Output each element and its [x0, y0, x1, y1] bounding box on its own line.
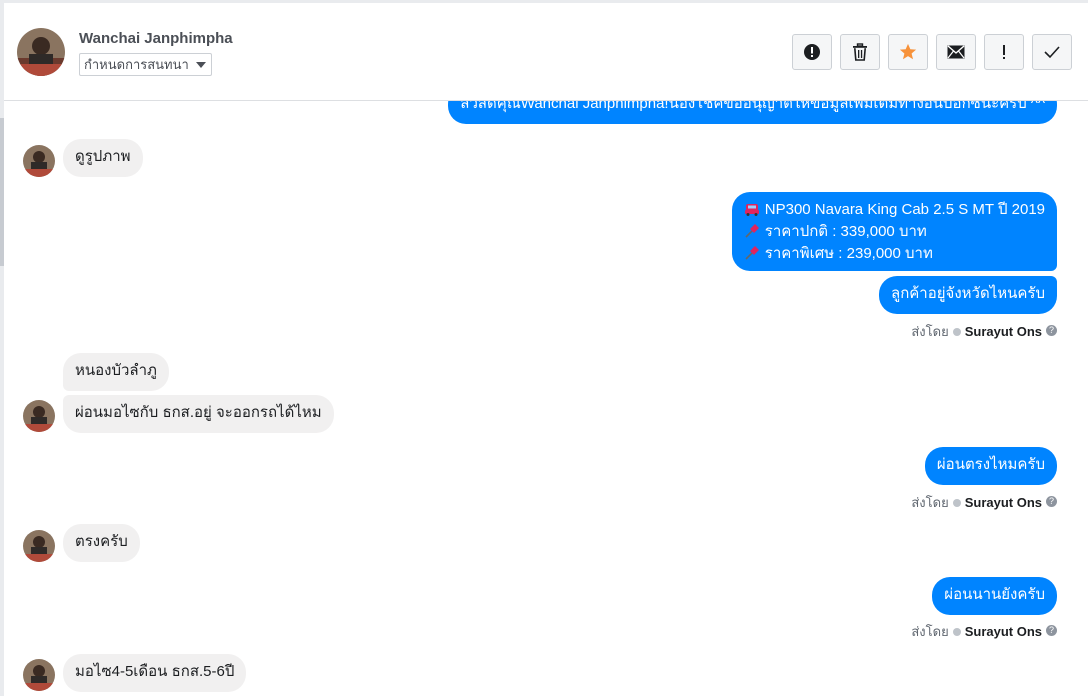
sent-by-indicator: ส่งโดย Surayut Ons? — [911, 621, 1057, 642]
message-text: ตรงครับ — [75, 533, 128, 550]
message-text: ลูกค้าอยู่จังหวัดไหนครับ — [891, 285, 1045, 302]
message-thread[interactable]: สวัสดีคุณWanchai Janphimpha!น้องโชคขออนุ… — [4, 100, 1088, 696]
car-icon — [744, 204, 759, 216]
message-incoming[interactable]: หนองบัวลำภู — [63, 353, 169, 391]
conversation-header: Wanchai Janphimpha กำหนดการสนทนา — [4, 3, 1088, 101]
message-text: หนองบัวลำภู — [75, 362, 157, 379]
sent-by-agent[interactable]: Surayut Ons — [965, 624, 1042, 639]
sender-avatar[interactable] — [23, 145, 55, 177]
sent-by-agent[interactable]: Surayut Ons — [965, 324, 1042, 339]
message-outgoing[interactable]: ลูกค้าอยู่จังหวัดไหนครับ — [879, 276, 1057, 314]
spam-button[interactable] — [792, 34, 832, 70]
sender-avatar[interactable] — [23, 530, 55, 562]
message-text: สวัสดีคุณWanchai Janphimpha!น้องโชคขออนุ… — [460, 100, 1045, 112]
envelope-icon — [947, 45, 965, 59]
question-icon[interactable]: ? — [1046, 325, 1057, 337]
message-incoming[interactable]: ผ่อนมอไซกับ ธกส.อยู่ จะออกรถได้ไหม — [63, 395, 334, 433]
sent-by-label: ส่งโดย — [911, 624, 949, 639]
message-outgoing[interactable]: สวัสดีคุณWanchai Janphimpha!น้องโชคขออนุ… — [448, 100, 1057, 124]
trash-icon — [853, 43, 867, 61]
message-outgoing[interactable]: ผ่อนนานยังครับ — [932, 577, 1057, 615]
offer-model: NP300 Navara King Cab 2.5 S MT ปี 2019 — [764, 201, 1045, 218]
sender-avatar[interactable] — [23, 400, 55, 432]
delete-button[interactable] — [840, 34, 880, 70]
message-outgoing-offer[interactable]: NP300 Navara King Cab 2.5 S MT ปี 2019 ร… — [731, 192, 1057, 271]
contact-name[interactable]: Wanchai Janphimpha — [79, 30, 233, 47]
conversation-label-dropdown[interactable]: กำหนดการสนทนา — [79, 53, 212, 76]
check-icon — [952, 498, 961, 507]
offer-line: ราคาปกติ : 339,000 บาท — [744, 221, 1045, 243]
sent-by-label: ส่งโดย — [911, 495, 949, 510]
message-text: ผ่อนมอไซกับ ธกส.อยู่ จะออกรถได้ไหม — [75, 404, 322, 421]
offer-line: NP300 Navara King Cab 2.5 S MT ปี 2019 — [744, 199, 1045, 221]
offer-line: ราคาพิเศษ : 239,000 บาท — [744, 243, 1045, 265]
check-icon — [952, 327, 961, 336]
done-button[interactable] — [1032, 34, 1072, 70]
offer-regular-price: ราคาปกติ : 339,000 บาท — [764, 223, 927, 240]
exclamation-icon — [1003, 45, 1005, 59]
message-text: ผ่อนนานยังครับ — [944, 586, 1045, 603]
dropdown-label: กำหนดการสนทนา — [84, 58, 189, 73]
message-incoming[interactable]: มอไซ4-5เดือน ธกส.5-6ปี — [63, 654, 247, 692]
pushpin-icon — [745, 224, 759, 238]
sent-by-label: ส่งโดย — [911, 324, 949, 339]
question-icon[interactable]: ? — [1046, 496, 1057, 508]
message-text: มอไซ4-5เดือน ธกส.5-6ปี — [75, 663, 235, 680]
contact-avatar[interactable] — [17, 28, 65, 76]
message-outgoing[interactable]: ผ่อนตรงไหมครับ — [924, 447, 1057, 485]
star-icon — [899, 43, 917, 60]
mark-unread-button[interactable] — [936, 34, 976, 70]
checkmark-icon — [1044, 46, 1060, 59]
question-icon[interactable]: ? — [1046, 625, 1057, 637]
caret-down-icon — [195, 62, 206, 68]
priority-button[interactable] — [984, 34, 1024, 70]
check-icon — [952, 627, 961, 636]
message-incoming[interactable]: ตรงครับ — [63, 524, 140, 562]
sent-by-indicator: ส่งโดย Surayut Ons? — [911, 492, 1057, 513]
exclamation-circle-icon — [804, 44, 820, 60]
message-text: ผ่อนตรงไหมครับ — [936, 456, 1045, 473]
offer-special-price: ราคาพิเศษ : 239,000 บาท — [764, 245, 933, 262]
sent-by-indicator: ส่งโดย Surayut Ons? — [911, 321, 1057, 342]
sent-by-agent[interactable]: Surayut Ons — [965, 495, 1042, 510]
message-text: ดูรูปภาพ — [75, 148, 131, 165]
pushpin-icon — [745, 246, 759, 260]
sender-avatar[interactable] — [23, 659, 55, 691]
star-button[interactable] — [888, 34, 928, 70]
conversation-actions — [792, 34, 1072, 72]
message-incoming[interactable]: ดูรูปภาพ — [63, 139, 143, 177]
